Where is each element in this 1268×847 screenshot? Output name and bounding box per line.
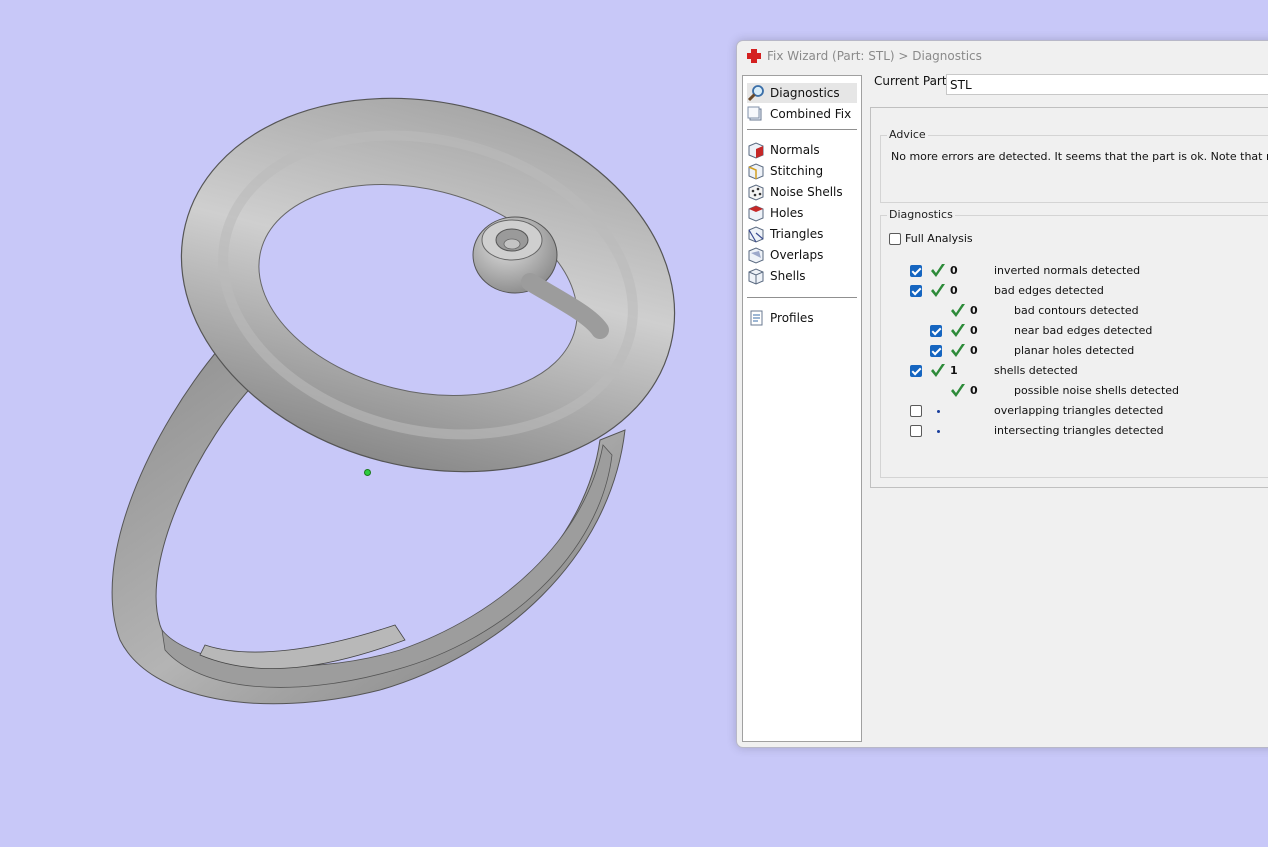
green-check-icon bbox=[931, 284, 945, 297]
pending-dot-icon bbox=[937, 430, 940, 433]
origin-marker bbox=[364, 469, 371, 476]
diagnostic-label: overlapping triangles detected bbox=[994, 404, 1164, 417]
diagnostic-count: 0 bbox=[970, 384, 978, 397]
diagnostic-row: 0 near bad edges detected bbox=[881, 322, 1268, 340]
noise-shells-icon bbox=[748, 184, 764, 201]
normals-cube-icon bbox=[748, 142, 764, 159]
ring-model[interactable] bbox=[0, 0, 740, 844]
overlaps-cube-icon bbox=[748, 247, 764, 264]
diagnostic-count: 0 bbox=[970, 324, 978, 337]
advice-title: Advice bbox=[887, 128, 928, 141]
diagnostic-count: 0 bbox=[970, 344, 978, 357]
diagnostic-label: bad contours detected bbox=[1014, 304, 1139, 317]
nav-item-stitching[interactable]: Stitching bbox=[747, 161, 857, 181]
full-analysis-checkbox[interactable] bbox=[889, 232, 901, 245]
diagnostic-count: 0 bbox=[950, 284, 958, 297]
magnifier-icon bbox=[747, 85, 764, 102]
diagnostic-count: 1 bbox=[950, 364, 958, 377]
diagnostic-checkbox[interactable] bbox=[910, 425, 922, 437]
window-title: Fix Wizard (Part: STL) > Diagnostics bbox=[767, 49, 982, 63]
triangles-cube-icon bbox=[748, 226, 764, 243]
diagnostic-label: possible noise shells detected bbox=[1014, 384, 1180, 397]
diagnostic-row: 0 bad edges detected bbox=[881, 282, 1268, 300]
nav-item-shells[interactable]: Shells bbox=[747, 266, 857, 286]
nav-item-noise-shells[interactable]: Noise Shells bbox=[747, 182, 857, 202]
nav-item-holes[interactable]: Holes bbox=[747, 203, 857, 223]
diagnostic-checkbox[interactable] bbox=[910, 405, 922, 417]
nav-item-diagnostics[interactable]: Diagnostics bbox=[747, 83, 857, 103]
combined-fix-icon bbox=[747, 106, 762, 121]
green-check-icon bbox=[951, 324, 965, 337]
diagnostic-checkbox[interactable] bbox=[910, 365, 922, 377]
diagnostic-checkbox[interactable] bbox=[910, 265, 922, 277]
stitching-cube-icon bbox=[748, 163, 764, 180]
diagnostic-checkbox[interactable] bbox=[930, 325, 942, 337]
3d-viewport[interactable] bbox=[0, 0, 740, 844]
green-check-icon bbox=[931, 364, 945, 377]
diagnostic-count: 0 bbox=[970, 304, 978, 317]
green-check-icon bbox=[931, 264, 945, 277]
diagnostic-checkbox[interactable] bbox=[910, 285, 922, 297]
document-icon bbox=[750, 310, 763, 326]
advice-text: No more errors are detected. It seems th… bbox=[891, 150, 1268, 163]
diagnostics-group: Diagnostics Full Analysis 0 inverted norm… bbox=[880, 208, 1268, 478]
diagnostic-label: shells detected bbox=[994, 364, 1078, 377]
nav-item-combined-fix[interactable]: Combined Fix bbox=[747, 104, 857, 124]
nav-separator bbox=[747, 297, 857, 298]
wizard-nav: Diagnostics Combined Fix Normals Stitchi… bbox=[742, 75, 862, 742]
diagnostic-label: bad edges detected bbox=[994, 284, 1104, 297]
diagnostic-count: 0 bbox=[950, 264, 958, 277]
diagnostic-row: 1 shells detected bbox=[881, 362, 1268, 380]
pending-dot-icon bbox=[937, 410, 940, 413]
green-check-icon bbox=[951, 384, 965, 397]
holes-cube-icon bbox=[748, 205, 764, 222]
diagnostics-title: Diagnostics bbox=[887, 208, 955, 221]
nav-item-triangles[interactable]: Triangles bbox=[747, 224, 857, 244]
nav-separator bbox=[747, 129, 857, 130]
full-analysis-label: Full Analysis bbox=[905, 232, 973, 245]
diagnostic-label: inverted normals detected bbox=[994, 264, 1141, 277]
current-part-field[interactable]: STL bbox=[946, 74, 1268, 95]
green-check-icon bbox=[951, 304, 965, 317]
nav-item-overlaps[interactable]: Overlaps bbox=[747, 245, 857, 265]
red-cross-icon bbox=[747, 49, 761, 63]
diagnostic-row: 0 possible noise shells detected bbox=[881, 382, 1268, 400]
diagnostic-row: 0 planar holes detected bbox=[881, 342, 1268, 360]
nav-item-profiles[interactable]: Profiles bbox=[747, 308, 857, 328]
diagnostic-row: overlapping triangles detected bbox=[881, 402, 1268, 420]
fix-wizard-window: Fix Wizard (Part: STL) > Diagnostics Dia… bbox=[736, 40, 1268, 748]
nav-item-normals[interactable]: Normals bbox=[747, 140, 857, 160]
diagnostic-row: intersecting triangles detected bbox=[881, 422, 1268, 440]
diagnostic-label: intersecting triangles detected bbox=[994, 424, 1164, 437]
diagnostic-label: near bad edges detected bbox=[1014, 324, 1153, 337]
title-bar[interactable]: Fix Wizard (Part: STL) > Diagnostics bbox=[737, 41, 1268, 71]
current-part-label: Current Part: bbox=[874, 74, 951, 88]
advice-group: Advice No more errors are detected. It s… bbox=[880, 128, 1268, 203]
diagnostic-checkbox[interactable] bbox=[930, 345, 942, 357]
diagnostics-panel: Advice No more errors are detected. It s… bbox=[870, 107, 1268, 488]
shells-cube-icon bbox=[748, 268, 764, 285]
full-analysis-row[interactable]: Full Analysis bbox=[889, 232, 973, 245]
green-check-icon bbox=[951, 344, 965, 357]
diagnostic-label: planar holes detected bbox=[1014, 344, 1135, 357]
diagnostic-row: 0 inverted normals detected bbox=[881, 262, 1268, 280]
diagnostic-row: 0 bad contours detected bbox=[881, 302, 1268, 320]
